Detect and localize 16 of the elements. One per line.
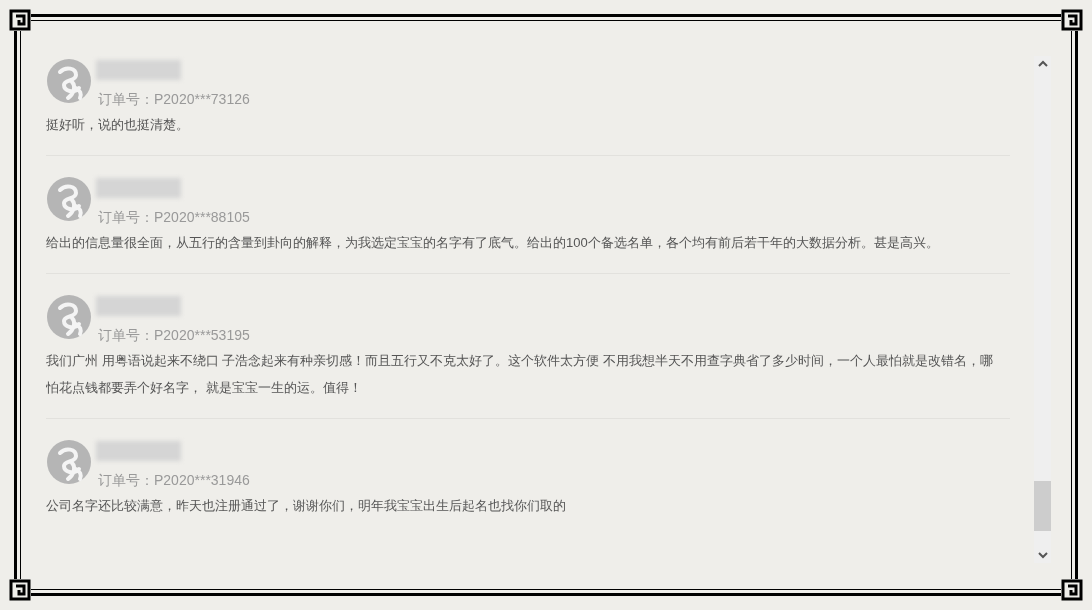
- review-text: 我们广州 用粤语说起来不绕口 子浩念起来有种亲切感！而且五行又不克太好了。这个软件太方便 不用我想半天不用查字典省了多少时间，一个人最怕就是改错名，哪怕花点钱都要弄个好名字， 就是宝宝一生的运。值得！: [46, 352, 994, 397]
- scroll-down-icon[interactable]: [1037, 551, 1048, 559]
- order-number: 订单号：P2020***31946: [98, 471, 250, 490]
- scrollbar-thumb[interactable]: [1034, 481, 1051, 531]
- avatar-icon: [46, 176, 92, 222]
- order-number: 订单号：P2020***73126: [98, 90, 250, 109]
- scroll-up-icon[interactable]: [1037, 60, 1048, 68]
- avatar-icon: [46, 58, 92, 104]
- scrollbar[interactable]: [1034, 56, 1051, 563]
- avatar-icon: [46, 439, 92, 485]
- order-number: 订单号：P2020***53195: [98, 326, 250, 345]
- review-text: 给出的信息量很全面，从五行的含量到卦向的解释，为我选定宝宝的名字有了底气。给出的100个备选名单，各个均有前后若干年的大数据分析。甚是高兴。: [46, 234, 940, 252]
- review-text: 公司名字还比较满意，昨天也注册通过了，谢谢你们，明年我宝宝出生后起名也找你们取的: [46, 497, 567, 515]
- review-text: 挺好听，说的也挺清楚。: [46, 116, 190, 134]
- order-number: 订单号：P2020***88105: [98, 208, 250, 227]
- avatar-icon: [46, 294, 92, 340]
